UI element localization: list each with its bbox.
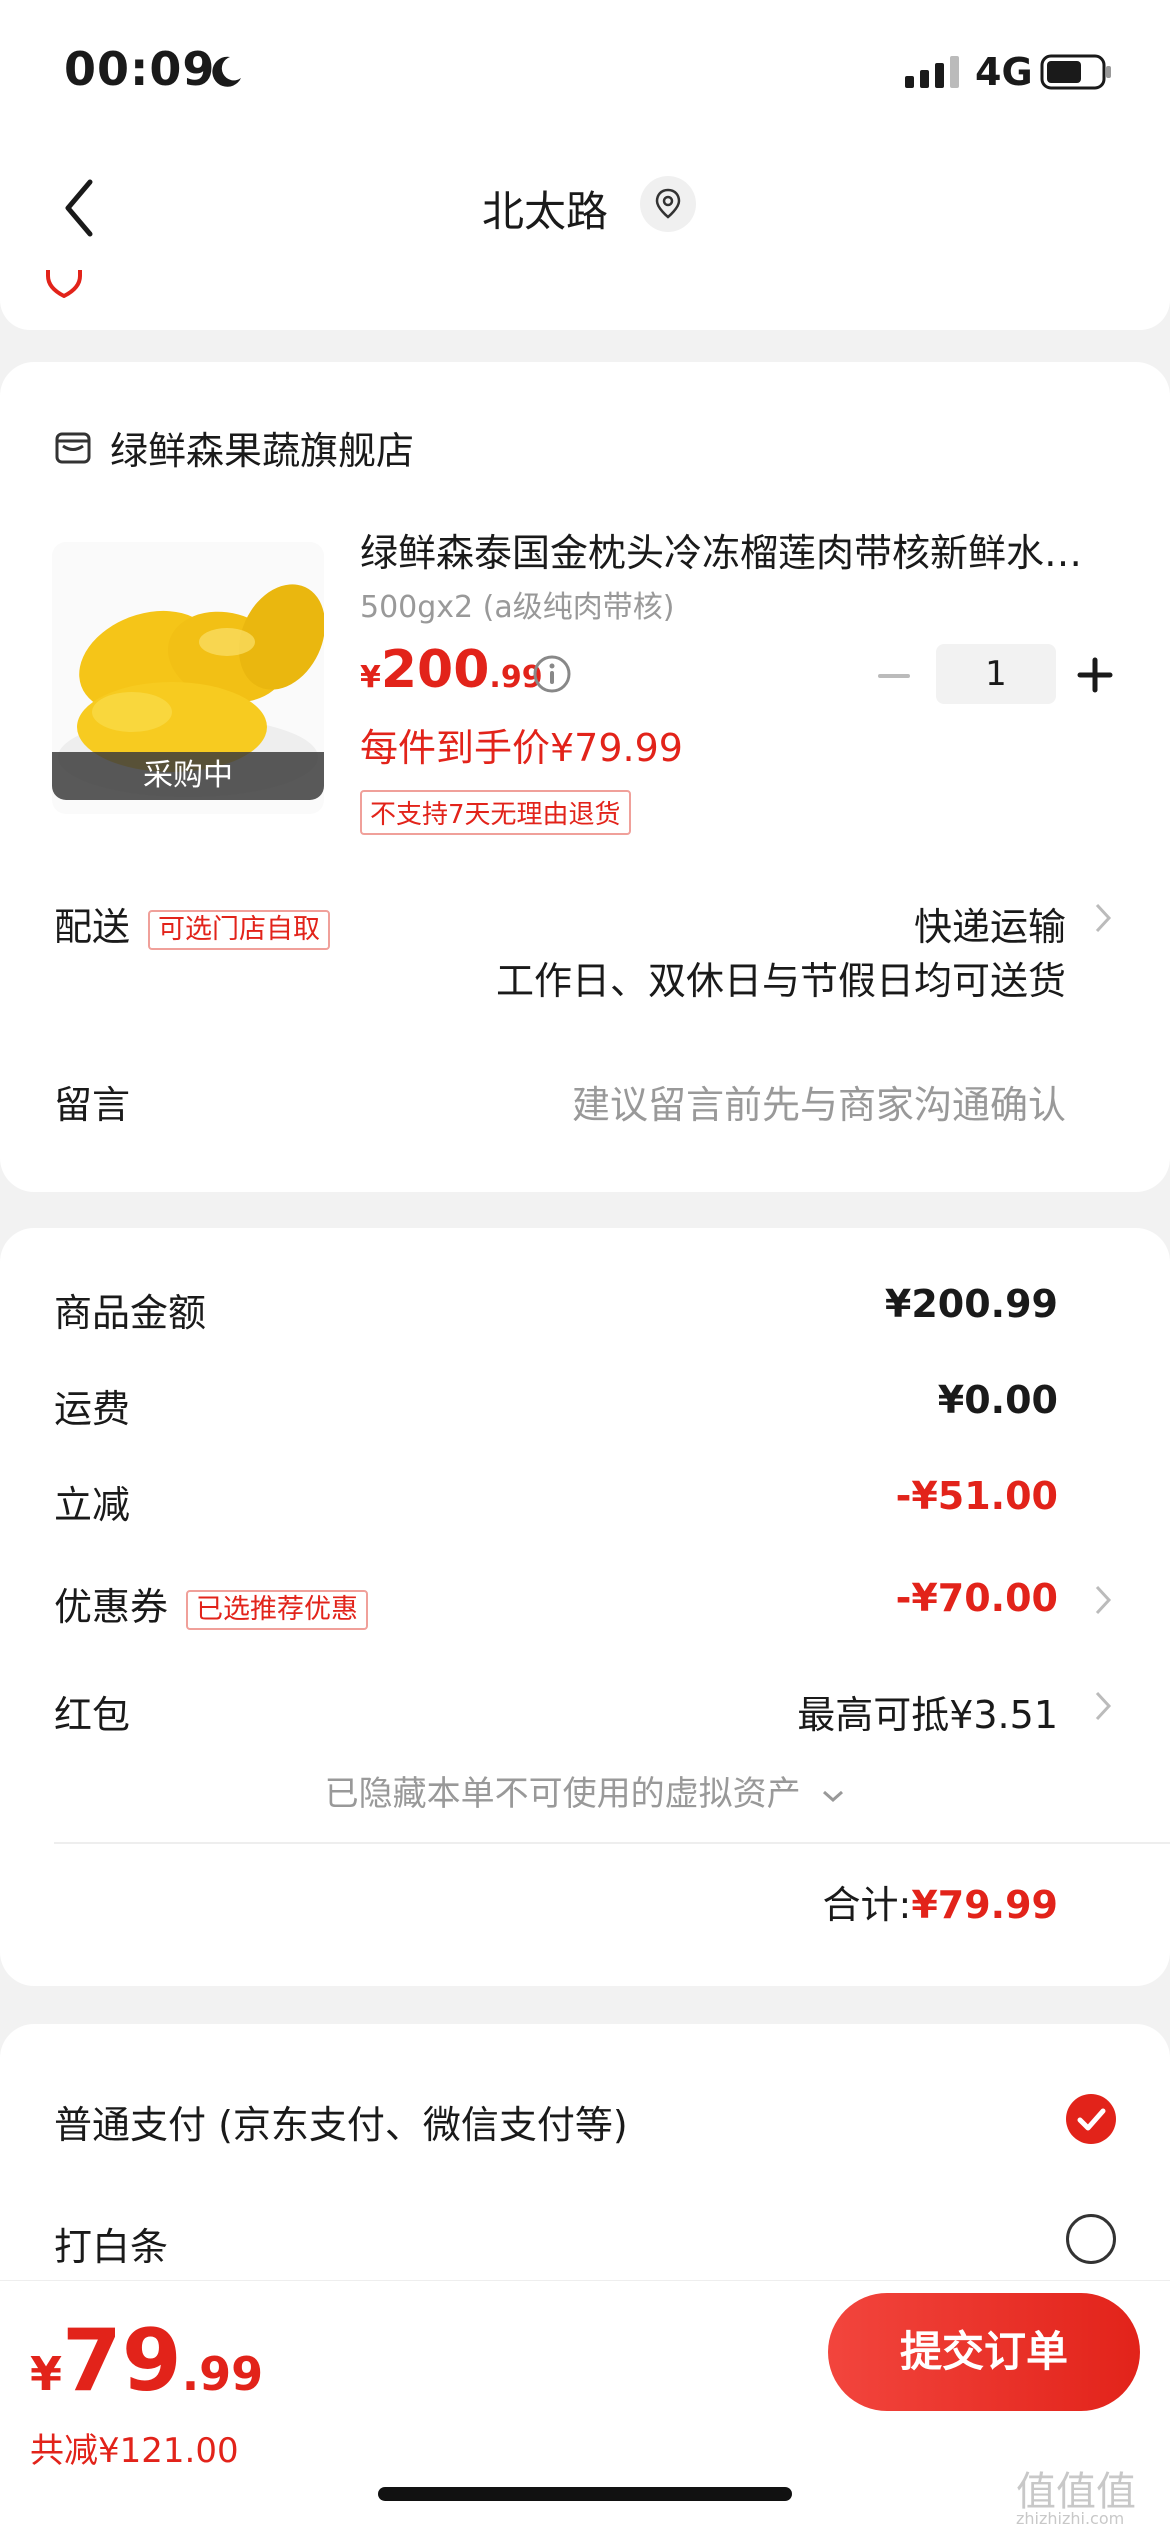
battery-icon bbox=[1040, 54, 1111, 90]
info-icon[interactable] bbox=[532, 654, 572, 694]
bottom-total-integer: 79 bbox=[62, 2311, 182, 2411]
price-summary-card: 商品金额 ¥200.99 运费 ¥0.00 立减 -¥51.00 优惠券 已选推荐… bbox=[0, 1228, 1170, 1986]
price-symbol: ¥ bbox=[360, 660, 381, 695]
coupon-tag: 已选推荐优惠 bbox=[186, 1589, 369, 1630]
payment-option-baitiao[interactable]: 打白条 bbox=[54, 2216, 168, 2271]
shipping-label: 运费 bbox=[54, 1387, 131, 1431]
unit-price: 每件到手价¥79.99 bbox=[360, 726, 683, 770]
status-bar: 00:09 4G bbox=[0, 0, 1170, 140]
price-integer: 200 bbox=[380, 640, 490, 700]
bottom-total-decimal: .99 bbox=[181, 2347, 264, 2401]
chevron-down-icon bbox=[823, 1790, 844, 1802]
redpacket-value[interactable]: 最高可抵¥3.51 bbox=[797, 1684, 1058, 1739]
shield-icon bbox=[46, 270, 82, 298]
coupon-value[interactable]: -¥70.00 bbox=[896, 1576, 1058, 1620]
payment-option-normal[interactable]: 普通支付 (京东支付、微信支付等) bbox=[54, 2094, 628, 2149]
checkmark-icon bbox=[1077, 2108, 1106, 2131]
chevron-right-icon[interactable] bbox=[1094, 902, 1112, 934]
signal-icon bbox=[905, 56, 959, 88]
total-value: ¥79.99 bbox=[911, 1883, 1058, 1927]
location-pin-icon bbox=[655, 188, 681, 219]
radio-checked[interactable] bbox=[1066, 2094, 1116, 2144]
status-time: 00:09 bbox=[64, 42, 216, 96]
goods-amount-label: 商品金额 bbox=[54, 1291, 207, 1335]
radio-unchecked[interactable] bbox=[1066, 2214, 1116, 2264]
quantity-input[interactable]: 1 bbox=[936, 644, 1056, 704]
scrolled-banner bbox=[0, 270, 1170, 330]
watermark-url: zhizhizhi.com bbox=[1016, 2509, 1125, 2528]
product-spec: 500gx2 (a级纯肉带核) bbox=[360, 590, 675, 625]
divider bbox=[54, 1842, 1170, 1844]
checkout-bar: ¥ 79 .99 共减¥121.00 提交订单 值值值 zhizhizhi.co… bbox=[0, 2280, 1170, 2532]
home-indicator[interactable] bbox=[378, 2487, 792, 2501]
delivery-method[interactable]: 快递运输 bbox=[914, 896, 1066, 951]
delivery-schedule: 工作日、双休日与节假日均可送货 bbox=[495, 959, 1066, 1003]
delivery-row: 配送 可选门店自取 bbox=[54, 896, 331, 951]
hidden-assets-text: 已隐藏本单不可使用的虚拟资产 bbox=[324, 1774, 801, 1814]
hidden-assets-toggle[interactable]: 已隐藏本单不可使用的虚拟资产 bbox=[0, 1766, 1170, 1815]
message-input[interactable]: 建议留言前先与商家沟通确认 bbox=[572, 1074, 1066, 1129]
pickup-tag: 可选门店自取 bbox=[148, 909, 331, 950]
discount-label: 立减 bbox=[54, 1483, 131, 1527]
discount-value: -¥51.00 bbox=[895, 1474, 1058, 1518]
shop-name: 绿鲜森果蔬旗舰店 bbox=[110, 429, 415, 473]
total-saved: 共减¥121.00 bbox=[30, 2431, 239, 2471]
product-price: ¥ 200 .99 bbox=[360, 640, 543, 700]
address-title[interactable]: 北太路 bbox=[0, 178, 1090, 239]
shipping-value: ¥0.00 bbox=[937, 1378, 1058, 1422]
total-label: 合计: bbox=[822, 1883, 912, 1927]
chevron-right-icon[interactable] bbox=[1094, 1690, 1112, 1722]
minus-icon[interactable] bbox=[876, 658, 912, 694]
return-policy-tag: 不支持7天无理由退货 bbox=[360, 790, 631, 835]
coupon-label: 优惠券 bbox=[54, 1585, 169, 1629]
plus-icon[interactable] bbox=[1076, 656, 1114, 694]
goods-amount-value: ¥200.99 bbox=[884, 1282, 1058, 1326]
bottom-total-symbol: ¥ bbox=[30, 2347, 63, 2401]
submit-order-button[interactable]: 提交订单 bbox=[828, 2293, 1140, 2411]
shop-row[interactable]: 绿鲜森果蔬旗舰店 bbox=[54, 420, 414, 475]
total-row: 合计:¥79.99 bbox=[823, 1874, 1058, 1929]
delivery-label: 配送 bbox=[54, 905, 131, 949]
nav-bar: 北太路 bbox=[0, 140, 1170, 270]
order-card: 绿鲜森果蔬旗舰店 采购中 绿鲜森泰国金枕头冷冻榴莲肉带核新鲜水… 500gx2 … bbox=[0, 362, 1170, 1192]
moon-icon bbox=[212, 56, 241, 87]
message-label: 留言 bbox=[54, 1083, 131, 1127]
redpacket-label: 红包 bbox=[54, 1693, 131, 1737]
bottom-total: ¥ 79 .99 bbox=[30, 2311, 263, 2411]
chevron-right-icon[interactable] bbox=[1094, 1584, 1112, 1616]
location-button[interactable] bbox=[640, 176, 696, 232]
network-label: 4G bbox=[975, 50, 1033, 94]
product-status-badge: 采购中 bbox=[52, 752, 324, 800]
shop-icon bbox=[55, 432, 91, 463]
product-title[interactable]: 绿鲜森泰国金枕头冷冻榴莲肉带核新鲜水… bbox=[360, 522, 1120, 577]
coupon-row[interactable]: 优惠券 已选推荐优惠 bbox=[54, 1576, 369, 1631]
